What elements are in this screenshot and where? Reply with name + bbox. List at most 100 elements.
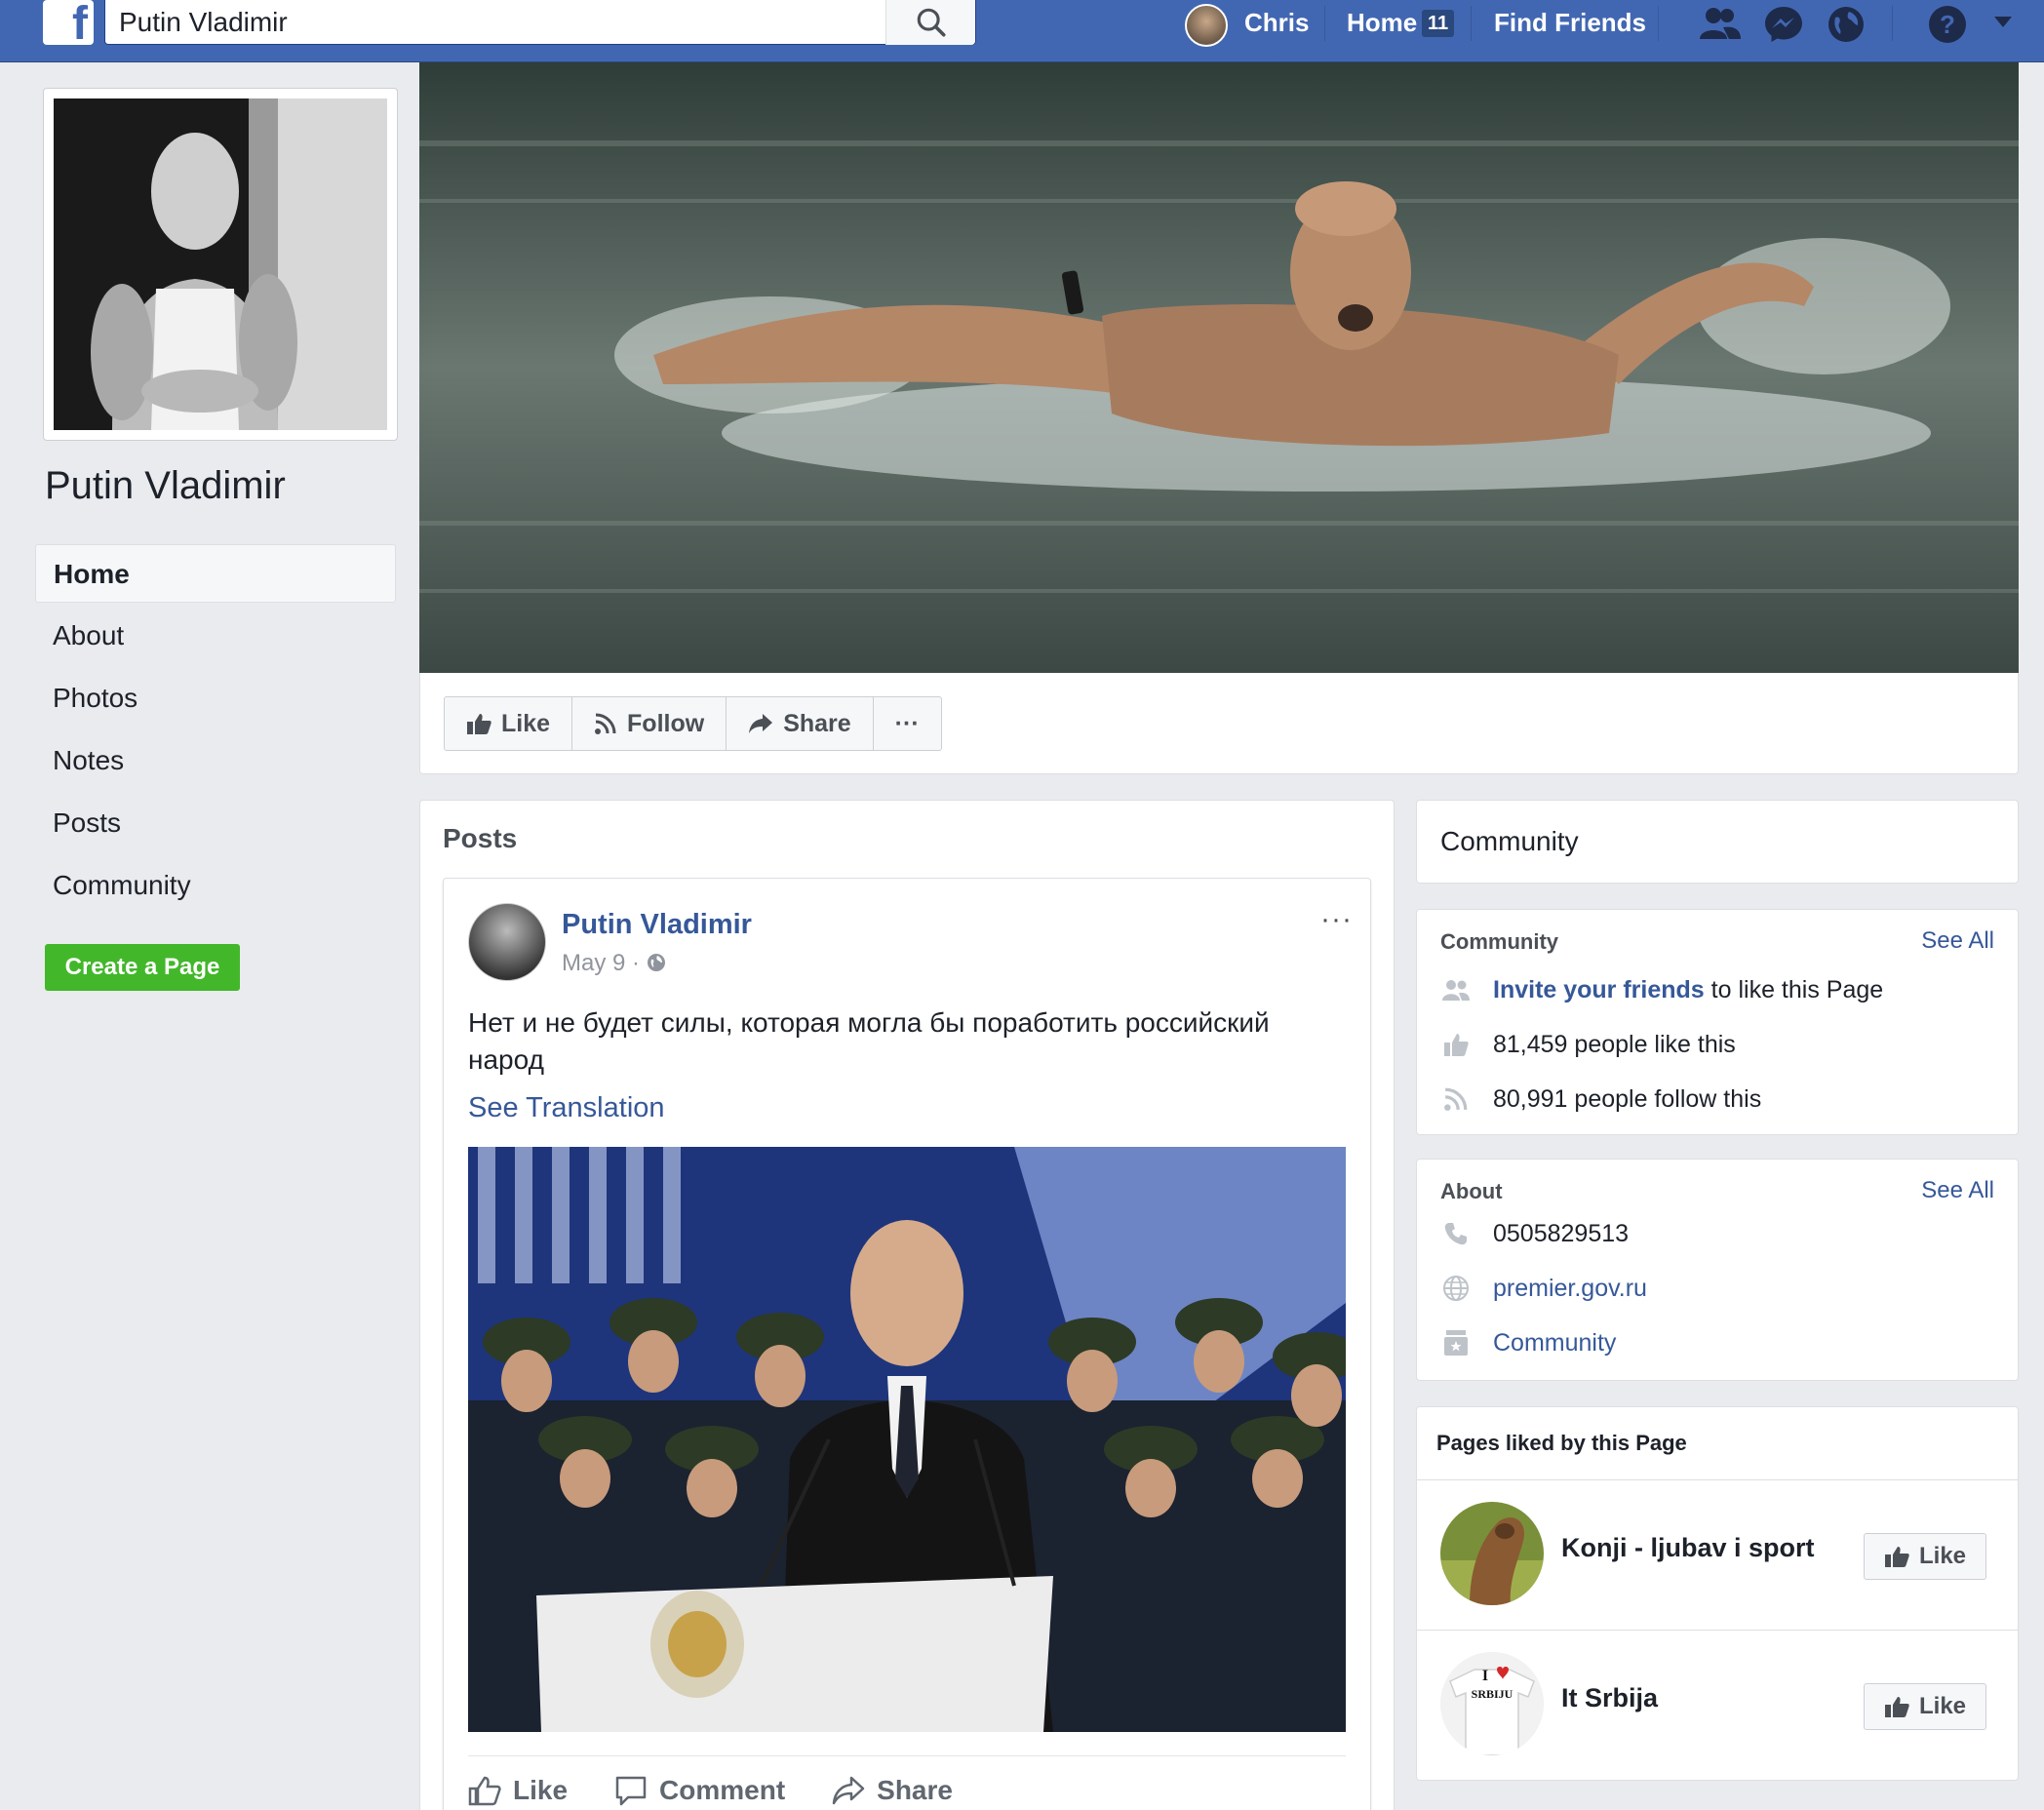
category-row: Community: [1440, 1327, 1616, 1358]
share-outline-icon: [832, 1776, 865, 1804]
about-card-title: About: [1440, 1179, 1503, 1203]
sidebar-item-about[interactable]: About: [35, 607, 396, 665]
user-avatar[interactable]: [1185, 4, 1228, 47]
post-text: Нет и не будет силы, которая могла бы по…: [468, 1007, 1270, 1075]
post-options-button[interactable]: ···: [1320, 903, 1353, 936]
liked-page-item: I SRBIJU It Srbija Like: [1417, 1630, 2018, 1780]
sidebar-item-community[interactable]: Community: [35, 856, 396, 915]
thumbs-up-icon: [467, 714, 491, 734]
like-label: Like: [501, 709, 551, 737]
more-options-button[interactable]: ···: [874, 697, 941, 750]
page-name: Putin Vladimir: [45, 464, 286, 507]
post-author-avatar[interactable]: [468, 903, 546, 981]
post-date: May 9 ·: [562, 950, 641, 976]
liked-page-item: Konji - ljubav i sport Like: [1417, 1479, 2018, 1630]
nav-divider: [1471, 6, 1472, 41]
share-page-button[interactable]: Share: [727, 697, 874, 750]
phone-number: 0505829513: [1493, 1219, 1630, 1247]
about-card: About See All 0505829513 premier.gov.ru …: [1416, 1159, 2019, 1381]
profile-picture-frame[interactable]: [43, 88, 398, 441]
page-action-bar: Like Follow Share ···: [419, 673, 2019, 774]
liked-page-like-button[interactable]: Like: [1864, 1683, 1986, 1730]
profile-photo-illustration: [54, 98, 387, 430]
community-header-card: Community: [1416, 800, 2019, 884]
invite-friends-rest: to like this Page: [1704, 975, 1884, 1003]
search-button[interactable]: [885, 0, 975, 45]
follow-rss-icon: [595, 713, 616, 734]
more-icon: ···: [894, 709, 920, 737]
search-bar: [104, 0, 976, 45]
community-see-all-link[interactable]: See All: [1921, 927, 1994, 955]
liked-page-thumbnail[interactable]: [1440, 1502, 1544, 1605]
post-image[interactable]: [468, 1147, 1346, 1732]
sidebar-item-notes[interactable]: Notes: [35, 731, 396, 790]
page-action-buttons: Like Follow Share ···: [444, 696, 942, 751]
post-like-button[interactable]: Like: [468, 1770, 568, 1810]
svg-text:?: ?: [1940, 10, 1955, 39]
post-author-name[interactable]: Putin Vladimir: [562, 909, 752, 941]
sidebar-item-photos[interactable]: Photos: [35, 669, 396, 728]
search-icon: [917, 8, 946, 37]
liked-page-thumb-text: I: [1482, 1668, 1488, 1684]
liked-page-name[interactable]: It Srbija: [1561, 1683, 1658, 1713]
about-see-all-link[interactable]: See All: [1921, 1177, 1994, 1204]
phone-row: 0505829513: [1440, 1218, 1629, 1249]
like-page-button[interactable]: Like: [445, 697, 573, 750]
see-translation-link[interactable]: See Translation: [468, 1092, 665, 1124]
invite-friends-link[interactable]: Invite your friends: [1493, 976, 1705, 1003]
notifications-globe-icon[interactable]: [1826, 4, 1867, 45]
account-menu-caret-icon[interactable]: [1993, 16, 2013, 29]
liked-page-thumbnail[interactable]: I SRBIJU: [1440, 1652, 1544, 1755]
sidebar-item-posts[interactable]: Posts: [35, 794, 396, 852]
like-button-label: Like: [1918, 1693, 1967, 1719]
follow-page-button[interactable]: Follow: [572, 697, 727, 750]
post-share-button[interactable]: Share: [832, 1770, 953, 1810]
friend-requests-icon[interactable]: [1697, 6, 1742, 41]
category-icon: [1440, 1327, 1472, 1358]
thumbs-up-icon: [1440, 1029, 1472, 1060]
post-action-bar: Like Comment Share: [468, 1755, 1346, 1810]
sidebar-item-home[interactable]: Home: [35, 544, 396, 603]
thumbs-up-icon: [1884, 1547, 1909, 1567]
messenger-icon[interactable]: [1763, 4, 1804, 45]
liked-page-thumb-text: SRBIJU: [1472, 1687, 1513, 1701]
website-row: premier.gov.ru: [1440, 1273, 1647, 1304]
facebook-logo-icon[interactable]: f: [43, 0, 94, 45]
post-comment-button[interactable]: Comment: [614, 1770, 785, 1810]
nav-divider: [1324, 6, 1325, 41]
pages-liked-title: Pages liked by this Page: [1436, 1431, 1687, 1455]
nav-home-link[interactable]: Home: [1347, 6, 1417, 39]
post-photo-illustration: [468, 1147, 1346, 1732]
nav-divider: [1892, 6, 1893, 41]
posts-section-title: Posts: [443, 823, 518, 853]
help-icon[interactable]: ?: [1927, 4, 1968, 45]
follow-rss-icon: [1440, 1083, 1472, 1115]
page-follows-count: 80,991 people follow this: [1493, 1084, 1762, 1113]
comment-bubble-icon: [615, 1776, 647, 1805]
public-globe-icon: [647, 954, 665, 971]
page-follows-row: 80,991 people follow this: [1440, 1083, 1761, 1115]
search-input[interactable]: [119, 4, 880, 41]
post-share-label: Share: [877, 1774, 953, 1805]
liked-page-name[interactable]: Konji - ljubav i sport: [1561, 1533, 1815, 1563]
profile-picture: [54, 98, 387, 430]
create-page-button[interactable]: Create a Page: [45, 944, 240, 991]
invite-friends-text: Invite your friends to like this Page: [1493, 976, 1883, 1004]
cover-photo[interactable]: [419, 62, 2019, 673]
phone-icon: [1440, 1218, 1472, 1249]
follow-label: Follow: [627, 709, 705, 737]
home-count-badge: 11: [1422, 10, 1455, 37]
post-like-label: Like: [513, 1774, 569, 1805]
share-label: Share: [783, 709, 851, 737]
liked-page-like-button[interactable]: Like: [1864, 1533, 1986, 1580]
page-likes-row: 81,459 people like this: [1440, 1029, 1736, 1060]
nav-find-friends-link[interactable]: Find Friends: [1494, 6, 1646, 39]
website-link[interactable]: premier.gov.ru: [1493, 1275, 1647, 1303]
post-timestamp[interactable]: May 9 ·: [562, 950, 666, 977]
community-header-title: Community: [1440, 826, 1579, 856]
like-button-label: Like: [1918, 1543, 1967, 1569]
thumbs-up-outline-icon: [468, 1776, 501, 1805]
invite-friends-icon: [1440, 974, 1472, 1005]
category-link[interactable]: Community: [1493, 1329, 1616, 1358]
nav-profile-link[interactable]: Chris: [1244, 6, 1309, 39]
